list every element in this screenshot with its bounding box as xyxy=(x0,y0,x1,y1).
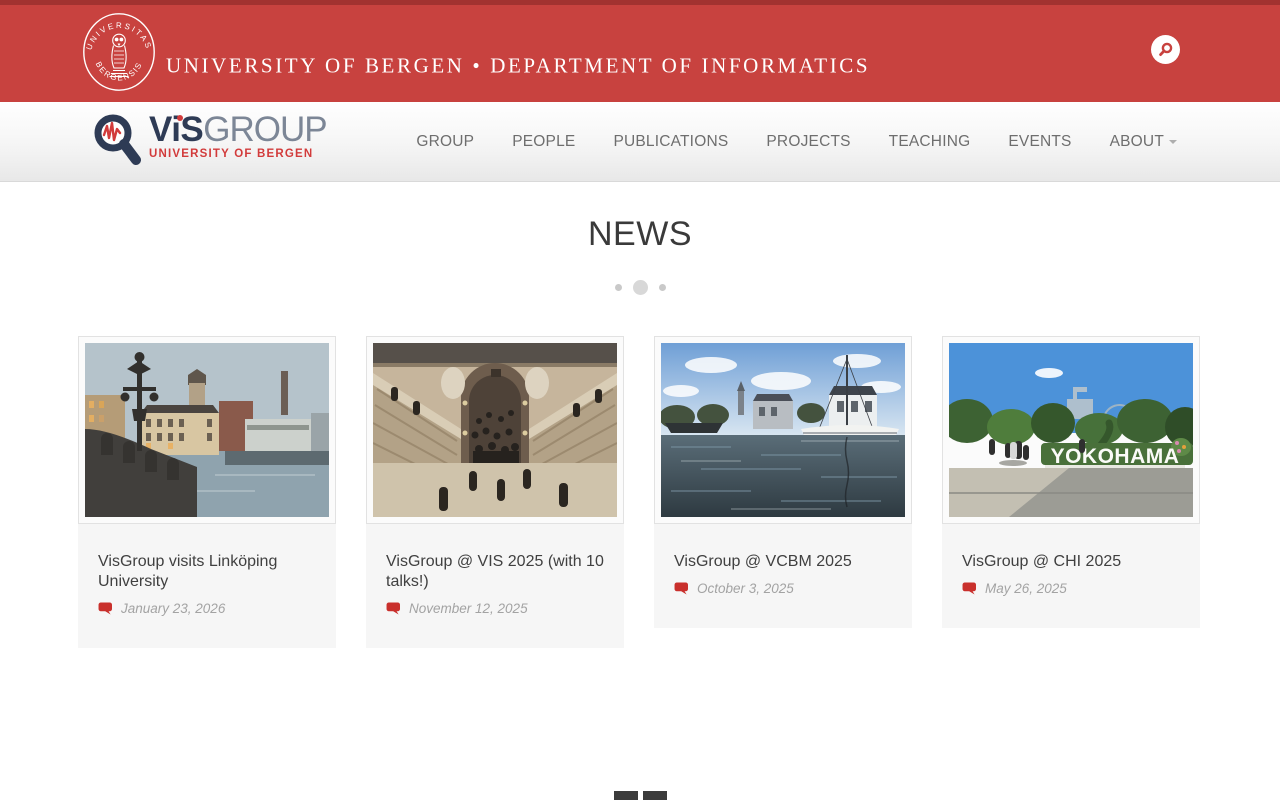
carousel-next-button[interactable]: › xyxy=(643,791,667,800)
logo-subtitle: UNIVERSITY OF BERGEN xyxy=(149,148,327,160)
news-card-title[interactable]: VisGroup @ VCBM 2025 xyxy=(674,552,892,572)
news-image-frame[interactable] xyxy=(78,336,336,524)
svg-text:YOKOHAMA: YOKOHAMA xyxy=(1051,445,1180,468)
news-card: YOKOHAMA VisGrou xyxy=(942,336,1200,628)
news-photo-yokohama: YOKOHAMA xyxy=(949,343,1193,517)
comments-icon xyxy=(674,582,689,595)
nav-item-projects[interactable]: PROJECTS xyxy=(747,102,869,182)
news-card-title[interactable]: VisGroup visits Linköping University xyxy=(98,552,316,592)
comments-icon xyxy=(962,582,977,595)
news-card-date: November 12, 2025 xyxy=(409,601,528,616)
pager-dot-1[interactable] xyxy=(615,284,622,291)
news-photo-linkoping xyxy=(85,343,329,517)
news-heading: NEWS xyxy=(0,215,1280,254)
news-card-title[interactable]: VisGroup @ VIS 2025 (with 10 talks!) xyxy=(386,552,604,592)
owl-icon xyxy=(110,34,129,76)
chevron-down-icon xyxy=(1169,140,1177,144)
pager-dot-2-active[interactable] xyxy=(633,280,648,295)
news-card-date: October 3, 2025 xyxy=(697,581,794,596)
visgroup-wordmark: ViSGROUP UNIVERSITY OF BERGEN xyxy=(149,112,327,160)
news-card-date: January 23, 2026 xyxy=(121,601,225,616)
search-button[interactable] xyxy=(1151,35,1180,64)
news-image-frame[interactable]: YOKOHAMA xyxy=(942,336,1200,524)
svg-text:BERGENSIS: BERGENSIS xyxy=(94,60,144,82)
wordmark-group: GROUP xyxy=(203,110,326,149)
carousel-nav-buttons: ‹ › xyxy=(614,791,667,800)
news-image-frame[interactable] xyxy=(654,336,912,524)
news-card-date: May 26, 2025 xyxy=(985,581,1067,596)
news-cards-row: VisGroup visits Linköping University Jan… xyxy=(78,336,1202,648)
wordmark-vis: ViS xyxy=(149,110,203,149)
wordmark-i-dot xyxy=(177,115,183,121)
news-image-frame[interactable] xyxy=(366,336,624,524)
uib-seal-logo[interactable]: UNIVERSITAS BERGENSIS xyxy=(82,12,156,92)
comments-icon xyxy=(386,602,401,615)
nav-item-about-label: ABOUT xyxy=(1110,133,1164,150)
pager-dot-3[interactable] xyxy=(659,284,666,291)
nav-item-teaching[interactable]: TEACHING xyxy=(870,102,990,182)
nav-item-about[interactable]: ABOUT xyxy=(1091,102,1196,182)
comments-icon xyxy=(98,602,113,615)
news-card: VisGroup @ VCBM 2025 October 3, 2025 xyxy=(654,336,912,628)
news-card: VisGroup visits Linköping University Jan… xyxy=(78,336,336,648)
news-photo-vcbm-canal xyxy=(661,343,905,517)
carousel-prev-button[interactable]: ‹ xyxy=(614,791,638,800)
main-navbar: ViSGROUP UNIVERSITY OF BERGEN GROUP PEOP… xyxy=(0,102,1280,182)
news-photo-vis-staircase xyxy=(373,343,617,517)
primary-navigation: GROUP PEOPLE PUBLICATIONS PROJECTS TEACH… xyxy=(397,102,1196,182)
carousel-pager-dots xyxy=(0,280,1280,295)
seal-text-bottom: BERGENSIS xyxy=(94,60,144,82)
nav-item-people[interactable]: PEOPLE xyxy=(493,102,594,182)
visgroup-logo[interactable]: ViSGROUP UNIVERSITY OF BERGEN xyxy=(92,112,327,170)
magnifier-icon xyxy=(1157,41,1174,58)
university-department-title[interactable]: UNIVERSITY OF BERGEN • DEPARTMENT OF INF… xyxy=(166,53,870,78)
nav-item-publications[interactable]: PUBLICATIONS xyxy=(594,102,747,182)
nav-item-events[interactable]: EVENTS xyxy=(989,102,1090,182)
news-section: NEWS xyxy=(0,215,1280,648)
news-card-meta: May 26, 2025 xyxy=(962,581,1180,596)
news-card-meta: October 3, 2025 xyxy=(674,581,892,596)
uib-header-bar: UNIVERSITAS BERGENSIS UNIVERSITY OF BERG… xyxy=(0,0,1280,102)
news-card-title[interactable]: VisGroup @ CHI 2025 xyxy=(962,552,1180,572)
news-card-meta: November 12, 2025 xyxy=(386,601,604,616)
news-card: VisGroup @ VIS 2025 (with 10 talks!) Nov… xyxy=(366,336,624,648)
nav-item-group[interactable]: GROUP xyxy=(397,102,493,182)
visgroup-magnifier-icon xyxy=(92,112,146,170)
news-card-meta: January 23, 2026 xyxy=(98,601,316,616)
